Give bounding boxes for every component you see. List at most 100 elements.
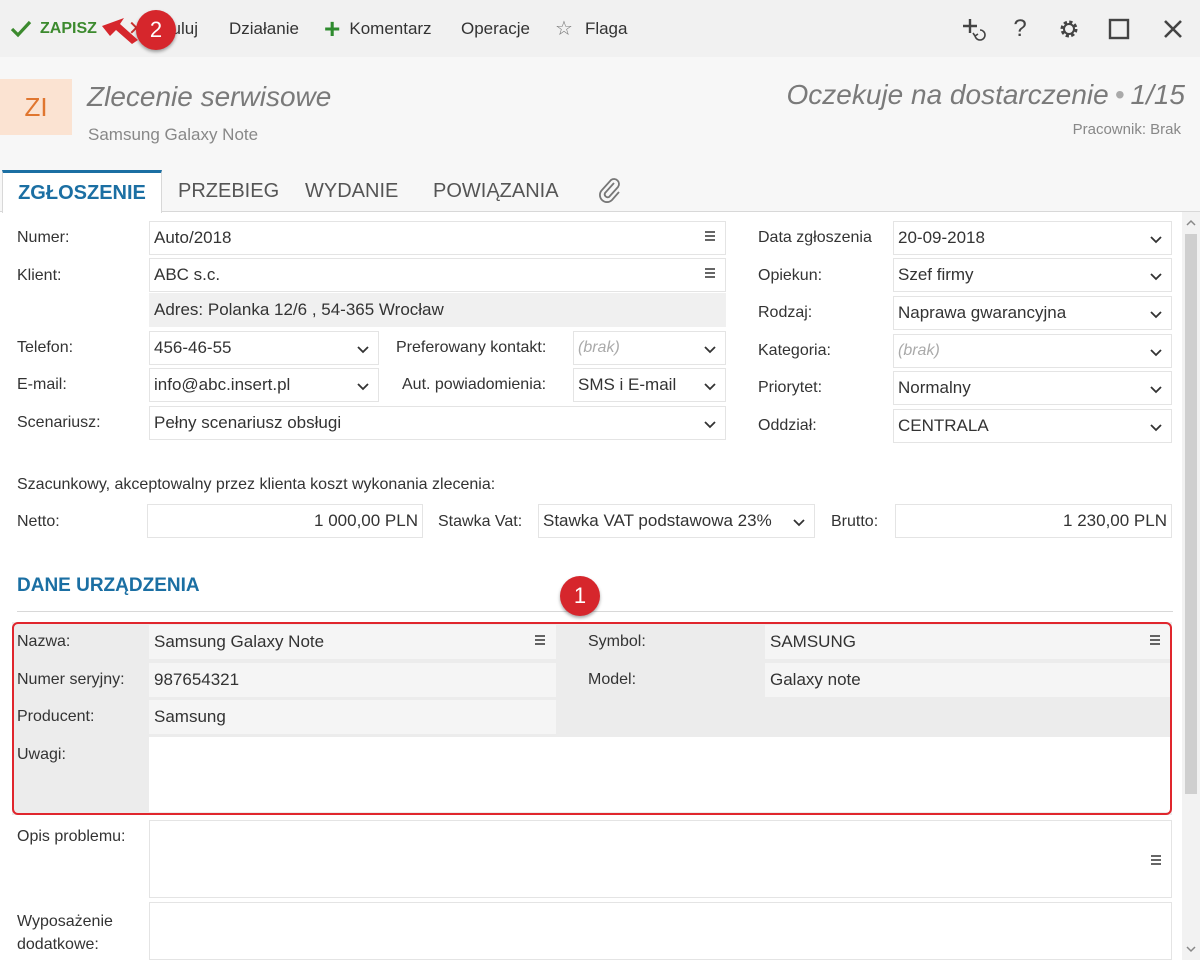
email-label: E-mail: [17,376,67,393]
check-icon [10,20,32,37]
opiekun-value: Szef firmy [898,265,974,284]
chevron-down-icon [1149,420,1163,434]
rodzaj-select[interactable]: Naprawa gwarancyjna [893,296,1172,330]
telefon-select[interactable]: 456-46-55 [149,331,379,365]
klient-input[interactable]: ABC s.c. [149,258,726,292]
flag-button[interactable]: ☆ Flaga [555,0,627,57]
close-window-icon[interactable] [1158,14,1188,44]
flag-label: Flaga [584,18,628,38]
netto-label: Netto: [17,513,60,530]
oddzial-value: CENTRALA [898,416,989,435]
scenariusz-label: Scenariusz: [17,414,101,431]
stawka-vat-label: Stawka Vat: [438,513,523,530]
oddzial-label: Oddział: [758,417,817,434]
scenariusz-value: Pełny scenariusz obsługi [154,413,342,432]
cost-description: Szacunkowy, akceptowalny przez klienta k… [17,476,496,493]
chevron-down-icon [703,417,717,431]
tab-przebieg[interactable]: PRZEBIEG [178,170,279,212]
opis-problemu-textarea[interactable] [149,820,1172,898]
record-counter: 1/15 [1130,79,1186,110]
priorytet-label: Priorytet: [758,379,823,396]
tab-wydanie[interactable]: WYDANIE [305,170,398,212]
scenariusz-select[interactable]: Pełny scenariusz obsługi [149,406,726,440]
data-zgloszenia-value: 20-09-2018 [898,228,985,247]
telefon-value: 456-46-55 [154,338,232,357]
kategoria-value: (brak) [898,342,940,359]
netto-input[interactable]: 1 000,00 PLN [147,504,423,538]
annotation-arrow [102,18,138,44]
comment-button[interactable]: + Komentarz [324,0,432,57]
paperclip-icon [599,178,620,203]
email-value: info@abc.insert.pl [154,375,291,394]
oddzial-select[interactable]: CENTRALA [893,409,1172,443]
klient-value: ABC s.c. [154,265,221,284]
comment-label: Komentarz [349,18,432,38]
document-status[interactable]: Oczekuje na dostarczenie • 1/15 [787,79,1186,111]
separator-dot: • [1114,79,1125,110]
data-zgloszenia-select[interactable]: 20-09-2018 [893,221,1172,255]
add-refresh-icon[interactable] [958,14,988,44]
document-title: Zlecenie serwisowe [87,81,332,112]
opiekun-select[interactable]: Szef firmy [893,258,1172,292]
menu-icon[interactable] [703,229,717,243]
help-icon[interactable]: ? [1005,14,1035,44]
action-label: Działanie [229,18,299,38]
chevron-down-icon [703,342,717,356]
chevron-down-icon [1149,232,1163,246]
preferowany-kontakt-select[interactable]: (brak) [573,331,726,365]
kategoria-select[interactable]: (brak) [893,334,1172,368]
document-subtitle: Samsung Galaxy Note [88,125,259,144]
opis-problemu-label: Opis problemu: [17,828,126,845]
email-select[interactable]: info@abc.insert.pl [149,368,379,402]
tab-zgloszenie[interactable]: ZGŁOSZENIE [2,170,162,213]
scroll-up-icon[interactable] [1182,216,1200,230]
numer-label: Numer: [17,229,70,246]
toolbar: ZAPISZ ✕ Anuluj Działanie + Komentarz Op… [0,0,1200,57]
document-header: ZI Zlecenie serwisowe Samsung Galaxy Not… [0,57,1200,170]
scrollbar[interactable] [1182,212,1200,960]
worker-info: Pracownik: Brak [1072,121,1181,138]
tab-attachments[interactable] [597,170,623,212]
brutto-input[interactable]: 1 230,00 PLN [895,504,1172,538]
section-divider [17,611,1173,612]
scroll-thumb[interactable] [1185,234,1197,794]
stawka-vat-select[interactable]: Stawka VAT podstawowa 23% [538,504,815,538]
chevron-down-icon [792,515,806,529]
section-title-device: DANE URZĄDZENIA [17,575,200,596]
aut-powiadomienia-select[interactable]: SMS i E-mail [573,368,726,402]
tab-powiazania[interactable]: POWIĄZANIA [433,170,559,212]
adres-field: Adres: Polanka 12/6 , 54-365 Wrocław [149,293,726,327]
opiekun-label: Opiekun: [758,267,823,284]
wyposazenie-textarea[interactable] [149,902,1172,960]
chevron-down-icon [1149,382,1163,396]
chevron-down-icon [356,379,370,393]
numer-value: Auto/2018 [154,228,232,247]
highlight-frame [12,622,1172,815]
preferowany-kontakt-value: (brak) [578,339,620,356]
klient-label: Klient: [17,267,62,284]
preferowany-kontakt-label: Preferowany kontakt: [396,339,547,356]
rodzaj-value: Naprawa gwarancyjna [898,303,1067,322]
status-text: Oczekuje na dostarczenie [786,79,1109,110]
priorytet-select[interactable]: Normalny [893,371,1172,405]
document-type-badge: ZI [0,79,72,135]
telefon-label: Telefon: [17,339,74,356]
wyposazenie-label-line1: Wyposażenie [17,913,113,930]
operations-menu[interactable]: Operacje [461,0,530,57]
save-button[interactable]: ZAPISZ [10,0,97,57]
stawka-vat-value: Stawka VAT podstawowa 23% [543,511,772,530]
scroll-down-icon[interactable] [1182,942,1200,956]
maximize-icon[interactable] [1104,14,1134,44]
priorytet-value: Normalny [898,378,971,397]
action-menu[interactable]: Działanie [229,0,299,57]
plus-icon: + [324,12,341,44]
menu-icon[interactable] [703,266,717,280]
menu-icon[interactable] [1149,853,1163,867]
brutto-label: Brutto: [831,513,879,530]
gear-icon[interactable] [1054,14,1084,44]
annotation-marker-1: 1 [560,576,600,616]
chevron-down-icon [1149,307,1163,321]
numer-input[interactable]: Auto/2018 [149,221,726,255]
kategoria-label: Kategoria: [758,342,831,359]
rodzaj-label: Rodzaj: [758,304,813,321]
